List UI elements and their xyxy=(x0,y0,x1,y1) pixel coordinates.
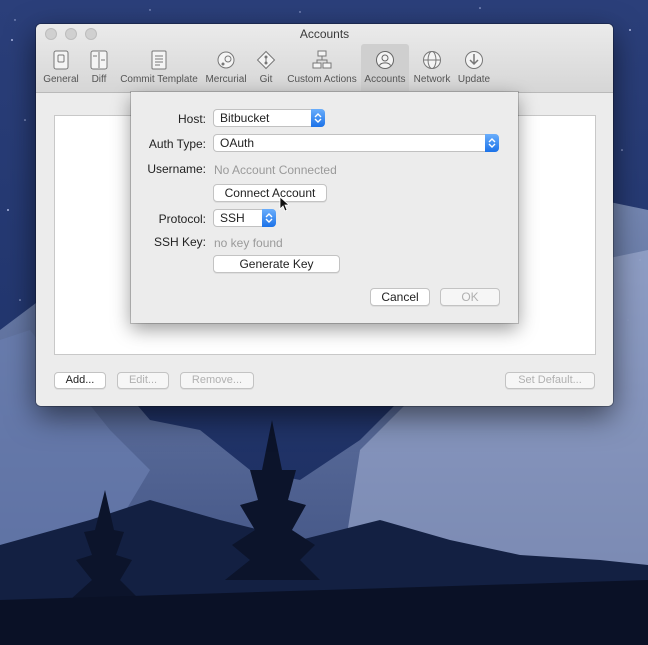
tab-custom-actions[interactable]: Custom Actions xyxy=(286,44,358,91)
auth-type-value: OAuth xyxy=(220,136,255,150)
update-icon xyxy=(464,49,484,71)
git-icon xyxy=(256,49,276,71)
tab-diff[interactable]: Diff xyxy=(86,44,112,91)
auth-type-popup[interactable]: OAuth xyxy=(213,134,499,152)
username-label: Username: xyxy=(147,162,206,176)
tab-update[interactable]: Update xyxy=(456,44,492,91)
custom-actions-icon xyxy=(312,49,332,71)
protocol-value: SSH xyxy=(220,211,245,225)
commit-template-icon xyxy=(150,49,168,71)
ssh-key-value: no key found xyxy=(214,236,283,250)
tab-mercurial[interactable]: Mercurial xyxy=(204,44,248,91)
tab-accounts[interactable]: Accounts xyxy=(361,44,409,91)
set-default-button[interactable]: Set Default... xyxy=(505,372,595,389)
tab-label: Git xyxy=(259,74,273,85)
title-bar: Accounts General Diff Commit Template Me… xyxy=(36,24,613,93)
popup-arrows-icon xyxy=(262,209,276,227)
accounts-icon xyxy=(375,49,395,71)
preferences-toolbar: General Diff Commit Template Mercurial G… xyxy=(36,44,613,92)
mouse-pointer-icon xyxy=(279,196,289,212)
diff-icon xyxy=(90,49,108,71)
username-value: No Account Connected xyxy=(214,163,337,177)
connect-account-button[interactable]: Connect Account xyxy=(213,184,327,202)
ok-button[interactable]: OK xyxy=(440,288,500,306)
tab-network[interactable]: Network xyxy=(412,44,452,91)
host-popup[interactable]: Bitbucket xyxy=(213,109,325,127)
tab-general[interactable]: General xyxy=(40,44,82,91)
host-label: Host: xyxy=(177,112,206,126)
auth-type-label: Auth Type: xyxy=(148,137,206,151)
remove-account-button[interactable]: Remove... xyxy=(180,372,254,389)
add-account-button[interactable]: Add... xyxy=(54,372,106,389)
tab-label: Custom Actions xyxy=(287,74,357,85)
popup-arrows-icon xyxy=(311,109,325,127)
window-title: Accounts xyxy=(299,27,350,41)
tab-label: General xyxy=(43,74,79,85)
tab-label: Commit Template xyxy=(120,74,198,85)
popup-arrows-icon xyxy=(485,134,499,152)
tab-commit-template[interactable]: Commit Template xyxy=(118,44,200,91)
tab-label: Diff xyxy=(91,74,107,85)
tab-label: Network xyxy=(413,74,451,85)
tab-label: Mercurial xyxy=(205,74,247,85)
network-icon xyxy=(422,49,442,71)
tab-label: Accounts xyxy=(364,74,406,85)
account-sheet: Host: Bitbucket Auth Type: OAuth Usernam… xyxy=(131,92,518,323)
tab-git[interactable]: Git xyxy=(254,44,278,91)
ssh-key-label: SSH Key: xyxy=(153,235,206,249)
host-value: Bitbucket xyxy=(220,111,270,125)
protocol-label: Protocol: xyxy=(158,212,206,226)
general-icon xyxy=(52,49,70,71)
protocol-popup[interactable]: SSH xyxy=(213,209,276,227)
mercurial-icon xyxy=(216,49,236,71)
edit-account-button[interactable]: Edit... xyxy=(117,372,169,389)
generate-key-button[interactable]: Generate Key xyxy=(213,255,340,273)
cancel-button[interactable]: Cancel xyxy=(370,288,430,306)
tab-label: Update xyxy=(457,74,491,85)
